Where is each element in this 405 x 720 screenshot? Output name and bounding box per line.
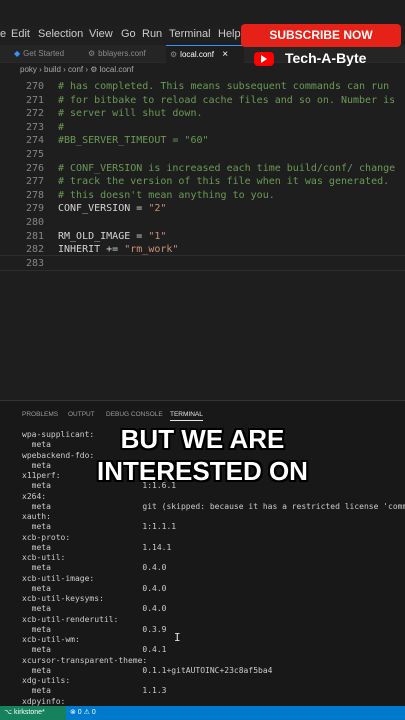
gear-icon: ⚙ (170, 50, 178, 59)
code-line[interactable]: # for bitbake to reload cache files and … (58, 95, 395, 106)
channel-name: Tech-A-Byte (285, 50, 367, 66)
code-line[interactable]: # has completed. This means subsequent c… (58, 81, 389, 92)
terminal-line: xcursor-transparent-theme: (22, 655, 148, 665)
menu-item-edit[interactable]: Edit (11, 28, 30, 40)
breadcrumb-path[interactable]: poky › build › conf › ⚙ local.conf (0, 65, 133, 74)
code-line[interactable]: #BB_SERVER_TIMEOUT = "60" (58, 135, 209, 146)
code-comment: # server will shut down. (58, 108, 203, 120)
line-number: 275 (25, 149, 44, 160)
terminal-line: meta 1.1.3 (22, 686, 167, 696)
tab-get-started[interactable]: ◆ Get Started (14, 45, 82, 62)
code-editor[interactable]: 270 271 272 273 274 275 276 277 278 279 280 281 282 2… (0, 78, 405, 388)
caption-line-2: INTERESTED ON (97, 456, 308, 486)
code-string: "2" (148, 203, 167, 215)
line-number: 272 (25, 108, 44, 120)
text-cursor-icon: I (174, 631, 181, 644)
terminal-line: xcb-proto: (22, 532, 71, 542)
menu-item-go[interactable]: Go (121, 28, 136, 40)
terminal-line: meta 0.4.0 (22, 583, 167, 593)
terminal-line: x264: (22, 491, 47, 501)
code-line[interactable]: # server will shut down. (58, 108, 203, 119)
code-comment: # has completed. This means subsequent c… (58, 81, 390, 92)
code-line[interactable]: # CONF_VERSION is increased each time bu… (58, 163, 395, 174)
code-comment: # for bitbake to reload cache files and … (58, 94, 396, 106)
menu-item-help[interactable]: Help (218, 28, 241, 40)
line-number: 271 (25, 94, 44, 106)
terminal-line: meta 0.1.1+gitAUTOINC+23c8af5ba4 (22, 665, 273, 675)
terminal-line: meta 1:1.1.1 (22, 522, 177, 532)
subscribe-button[interactable]: SUBSCRIBE NOW (241, 24, 401, 47)
line-number: 270 (25, 81, 44, 92)
tab-label: bblayers.conf (98, 49, 146, 58)
terminal-line: meta 0.3.9 (22, 624, 167, 634)
menu-item-run[interactable]: Run (142, 28, 162, 40)
git-branch-status[interactable]: ⌥ kirkstone* (0, 706, 66, 720)
code-line[interactable]: INHERIT += "rm_work" (58, 244, 178, 255)
menu-item-view[interactable]: View (89, 28, 113, 40)
code-text: RM_OLD_IMAGE = (58, 230, 149, 242)
code-line[interactable]: # (58, 122, 64, 133)
subscribe-label: SUBSCRIBE NOW (269, 28, 373, 42)
code-text: INHERIT += (58, 244, 125, 256)
code-comment: # CONF_VERSION is increased each time bu… (58, 162, 396, 174)
tab-label: Get Started (23, 49, 65, 58)
line-number: 273 (25, 121, 44, 133)
line-number: 276 (25, 162, 44, 174)
problems-count-status[interactable]: ⊗ 0 ⚠ 0 (70, 706, 96, 720)
menu-item-selection[interactable]: Selection (38, 28, 83, 40)
terminal-line: xdg-utils: (22, 676, 71, 685)
code-string: "rm_work" (124, 244, 179, 256)
terminal-line: xauth: (22, 512, 51, 521)
tab-debug-console[interactable]: DEBUG CONSOLE (106, 411, 163, 418)
caption-line-1: BUT WE ARE (120, 424, 285, 454)
terminal-line: xcb-util-keysyms: (22, 594, 104, 603)
tab-output[interactable]: OUTPUT (68, 411, 95, 418)
play-icon (261, 55, 267, 63)
terminal-line: xcb-util-renderutil: (22, 614, 119, 624)
code-line[interactable]: CONF_VERSION = "2" (58, 203, 166, 214)
menu-item-terminal[interactable]: Terminal (169, 28, 211, 40)
line-number: 274 (25, 135, 44, 147)
channel-badge: Tech-A-Byte (248, 48, 405, 70)
gear-icon: ⚙ (88, 49, 96, 58)
current-line-highlight (0, 255, 405, 271)
tab-terminal[interactable]: TERMINAL (170, 411, 203, 421)
code-line[interactable]: # track the version of this file when it… (58, 176, 389, 187)
code-text: CONF_VERSION = (58, 203, 149, 215)
line-number: 279 (25, 203, 44, 215)
status-bar: ⌥ kirkstone* ⊗ 0 ⚠ 0 (0, 706, 405, 720)
tab-label: local.conf (180, 50, 214, 59)
code-line[interactable]: RM_OLD_IMAGE = "1" (58, 231, 166, 242)
terminal-line: xcb-util-wm: (22, 635, 80, 644)
line-number: 278 (25, 189, 44, 201)
terminal-line: meta 0.4.0 (22, 563, 167, 573)
line-number: 277 (25, 176, 44, 188)
code-line[interactable]: # this doesn't mean anything to you. (58, 190, 275, 201)
tab-problems[interactable]: PROBLEMS (22, 411, 58, 418)
terminal-line: meta 1.14.1 (22, 542, 172, 552)
vscode-icon: ◆ (14, 49, 21, 58)
code-comment: #BB_SERVER_TIMEOUT = "60" (58, 135, 209, 147)
code-comment: # track the version of this file when it… (58, 176, 390, 188)
terminal-line: meta git (skipped: because it has a rest… (22, 501, 405, 511)
terminal-line: meta 0.4.1 (22, 645, 167, 655)
terminal-line: xcb-util: (22, 553, 66, 562)
terminal-line: meta 0.4.0 (22, 604, 167, 614)
line-number: 282 (25, 244, 44, 256)
line-number: 280 (25, 217, 44, 228)
terminal-line: xdpyinfo: (22, 696, 66, 706)
line-number: 281 (25, 230, 44, 242)
close-icon[interactable]: × (222, 49, 228, 60)
terminal-line: xcb-util-image: (22, 573, 95, 583)
code-comment: # (58, 121, 65, 133)
tab-local-conf[interactable]: ⚙ local.conf × (166, 45, 244, 63)
code-comment: # this doesn't mean anything to you. (58, 189, 275, 201)
line-number: 283 (25, 257, 44, 269)
menu-item-file[interactable]: e (0, 28, 6, 40)
tab-bblayers-conf[interactable]: ⚙ bblayers.conf (88, 45, 160, 62)
code-string: "1" (148, 230, 167, 242)
